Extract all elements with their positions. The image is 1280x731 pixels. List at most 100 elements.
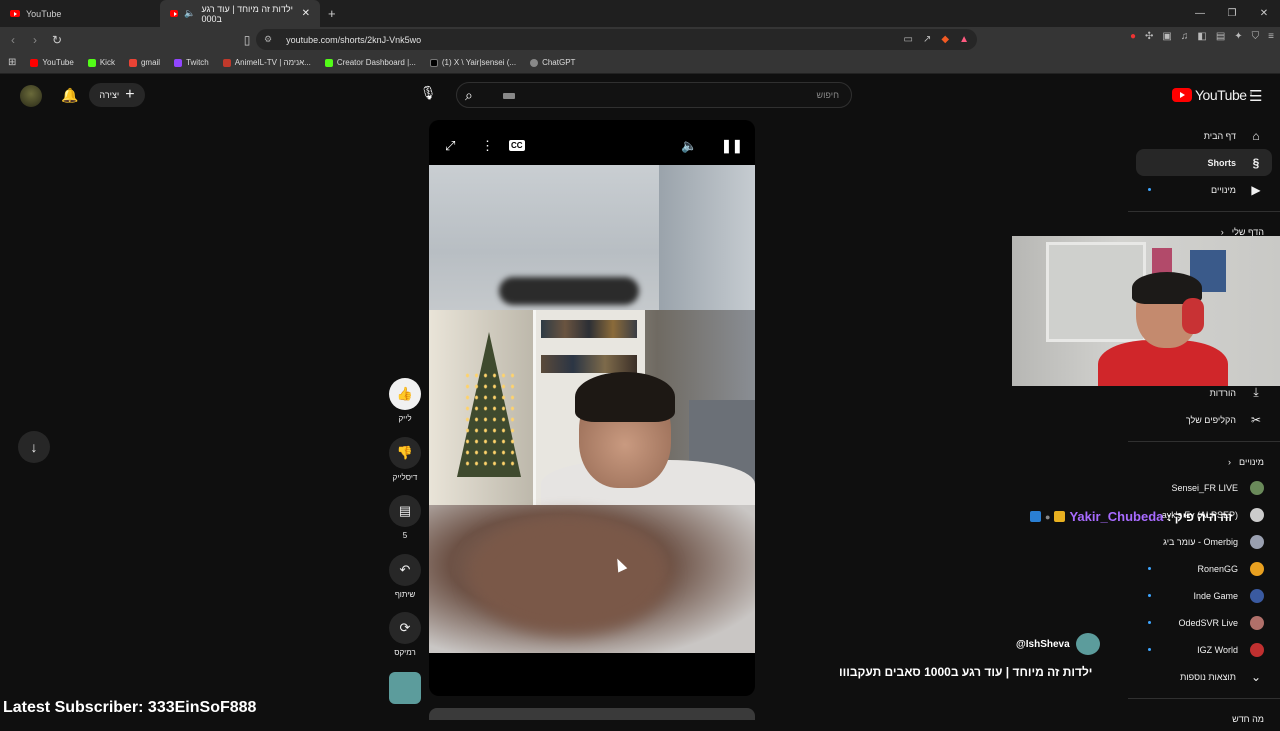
microphone-icon[interactable]: 🎙 (418, 85, 438, 105)
next-short-preview[interactable] (429, 708, 755, 720)
fullscreen-icon[interactable]: ⤢ (445, 138, 455, 154)
sidebar-item-subscription[interactable]: Inde Game (1128, 582, 1280, 609)
new-tab-button[interactable]: + (328, 6, 336, 21)
section-title: מינויים (1239, 457, 1264, 467)
bookmark-x[interactable]: (1) X \ Yair|sensei (... (429, 58, 516, 67)
headphones (1182, 298, 1204, 334)
gmail-icon (128, 58, 137, 67)
sidebar-item-shorts[interactable]: Shorts § (1136, 149, 1272, 176)
chat-text: : זה היה פיק (1167, 509, 1233, 524)
download-icon: ⤓ (1253, 385, 1259, 399)
window-controls: — ❐ ✕ (1184, 0, 1280, 27)
sidebar-item-label: Shorts (1207, 157, 1236, 168)
dislike-label: דיסלייק (392, 473, 418, 482)
comments-button[interactable]: ▤ 5 (389, 495, 421, 540)
youtube-favicon-icon (170, 10, 179, 17)
browser-tab-active[interactable]: 🔈 ילדות זה מיוחד | עוד רגע ב000 ✕ (160, 0, 320, 27)
brave-shield-icon[interactable]: ◆ (941, 34, 949, 45)
home-icon: ⌂ (1252, 128, 1260, 143)
chat-badge-icon: ● (1045, 511, 1051, 522)
channel-avatar-button[interactable] (389, 672, 421, 704)
record-extension-icon[interactable]: ● (1130, 31, 1136, 42)
more-options-icon[interactable]: ⋮ (481, 138, 494, 154)
close-tab-icon[interactable]: ✕ (302, 8, 310, 19)
sidebar-item-subscription[interactable]: עומר ביג - Omerbig (1128, 528, 1280, 555)
sidebar-section-whats-new[interactable]: מה חדש (1128, 707, 1280, 731)
window (1046, 242, 1146, 342)
sidebar-item-subscription[interactable]: RonenGG (1128, 555, 1280, 582)
cast-icon[interactable]: ▭ (904, 34, 913, 45)
sidebar-item-home[interactable]: דף הבית ⌂ (1128, 122, 1280, 149)
video-frame-middle (429, 310, 755, 520)
notifications-bell-icon[interactable]: 🔔 (61, 87, 78, 104)
bookmark-animeil[interactable]: AnimeIL-TV | אנימה... (222, 58, 311, 67)
puzzle-icon[interactable]: ✣ (1145, 31, 1153, 42)
sidebar-item-subscription[interactable]: IGZ World (1128, 636, 1280, 663)
forward-icon[interactable]: › (26, 33, 44, 47)
bookshelf (659, 165, 755, 310)
tab-title: YouTube (26, 8, 62, 19)
chat-badge-icon (1054, 511, 1066, 522)
twitch-icon (174, 58, 183, 67)
new-content-dot (1148, 188, 1151, 191)
sidebar-show-more[interactable]: תוצאות נוספות ⌄ (1128, 663, 1280, 690)
browser-tab-youtube[interactable]: YouTube (0, 0, 160, 27)
apps-grid-icon[interactable]: ⊞ (8, 57, 16, 68)
sidebar-icon[interactable]: ◧ (1197, 31, 1206, 42)
hamburger-menu-icon[interactable]: ☰ (1249, 87, 1262, 105)
music-icon[interactable]: ♫ (1181, 31, 1189, 42)
url-bar[interactable]: ⚙ youtube.com/shorts/2knJ-Vnk5wo ▭ ↗ ◆ ▲ (256, 29, 977, 50)
vpn-icon[interactable]: ⛉ (1252, 31, 1260, 42)
reload-icon[interactable]: ↻ (48, 33, 66, 47)
dislike-button[interactable]: 👎 דיסלייק (389, 437, 421, 482)
search-input[interactable]: ⌕ חיפוש (456, 82, 852, 108)
sidebar-item-subscriptions[interactable]: מינויים ▶ (1128, 176, 1280, 203)
restore-button[interactable]: ❐ (1216, 0, 1248, 27)
bookmark-gmail[interactable]: gmail (128, 58, 160, 67)
search-icon[interactable]: ⌕ (465, 87, 473, 104)
sidebar-item-subscription[interactable]: Sensei_FR LIVE (1128, 474, 1280, 501)
close-window-button[interactable]: ✕ (1248, 0, 1280, 27)
share-button[interactable]: ↶ שיתוף (389, 554, 421, 599)
leo-icon[interactable]: ✦ (1234, 31, 1242, 42)
bookmark-creator-dashboard[interactable]: Creator Dashboard |... (324, 58, 416, 67)
menu-icon[interactable]: ≡ (1268, 31, 1274, 42)
sound-avatar (389, 672, 421, 704)
site-info-icon[interactable]: ⚙ (264, 34, 272, 45)
subscriptions-icon: ▶ (1251, 182, 1261, 197)
back-icon[interactable]: ‹ (4, 33, 22, 47)
captions-icon[interactable]: CC (509, 140, 525, 151)
new-content-dot (1148, 594, 1151, 597)
blurred-face (469, 515, 669, 635)
bookmark-kick[interactable]: Kick (87, 58, 115, 67)
youtube-logo[interactable]: YouTube IL (1172, 87, 1254, 103)
browser-tab-bar: YouTube 🔈 ילדות זה מיוחד | עוד רגע ב000 … (0, 0, 1280, 27)
keyboard-icon[interactable] (503, 93, 515, 99)
sidebar-item-subscription[interactable]: OdedSVR Live (1128, 609, 1280, 636)
kick-icon (87, 58, 96, 67)
channel-avatar (1250, 534, 1264, 549)
bookmark-twitch[interactable]: Twitch (174, 58, 209, 67)
section-title: מה חדש (1232, 714, 1264, 724)
wallet-icon[interactable]: ▤ (1216, 31, 1225, 42)
screenshot-icon[interactable]: ▣ (1162, 31, 1171, 42)
comments-count: 5 (402, 531, 408, 540)
sidebar-item-your-clips[interactable]: הקליפים שלך ✂ (1128, 406, 1280, 433)
avatar[interactable] (20, 85, 42, 107)
minimize-button[interactable]: — (1184, 0, 1216, 27)
like-button[interactable]: 👍 לייק (389, 378, 421, 423)
channel-name: Sensei_FR LIVE (1171, 482, 1238, 493)
create-button[interactable]: יצירה + (89, 83, 145, 107)
remix-button[interactable]: ⟳ רמיקס (389, 612, 421, 657)
bookmark-chatgpt[interactable]: ChatGPT (530, 58, 575, 67)
brave-rewards-icon[interactable]: ▲ (959, 34, 969, 45)
bookmark-youtube[interactable]: YouTube (30, 58, 74, 67)
sidebar-section-subscriptions[interactable]: › מינויים (1128, 450, 1280, 474)
bookmark-icon[interactable]: ▯ (238, 33, 256, 47)
next-video-arrow-icon[interactable]: ↓ (18, 431, 50, 463)
channel-avatar (1250, 561, 1264, 576)
shorts-video-player[interactable]: ⤢ ⋮ CC 🔈 ❚❚ (429, 120, 755, 696)
share-icon[interactable]: ↗ (923, 34, 931, 45)
volume-icon[interactable]: 🔈 (681, 138, 697, 154)
pause-icon[interactable]: ❚❚ (721, 138, 743, 154)
